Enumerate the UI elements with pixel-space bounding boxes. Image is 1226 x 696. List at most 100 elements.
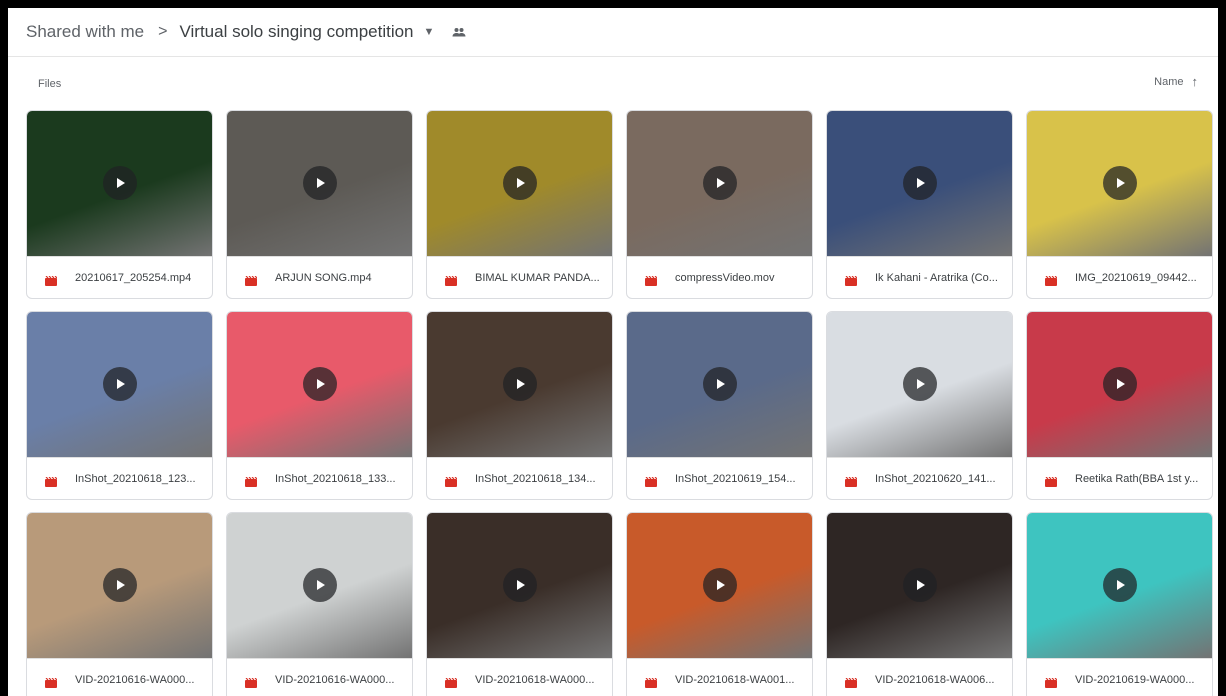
arrow-up-icon[interactable]: ↑	[1192, 74, 1199, 89]
file-name[interactable]: InShot_20210618_133...	[275, 473, 405, 485]
play-icon[interactable]	[503, 166, 537, 200]
file-name[interactable]: VID-20210619-WA000...	[1075, 674, 1205, 686]
file-name[interactable]: Ik Kahani - Aratrika (Co...	[875, 272, 1005, 284]
breadcrumb-separator: >	[158, 23, 168, 40]
video-file-icon	[245, 474, 258, 487]
video-thumbnail[interactable]	[227, 312, 412, 457]
play-icon[interactable]	[1103, 166, 1137, 200]
video-file-icon	[1045, 474, 1058, 487]
video-thumbnail[interactable]	[427, 111, 612, 256]
play-icon[interactable]	[1103, 367, 1137, 401]
file-card[interactable]: InShot_20210620_141...	[826, 311, 1013, 500]
file-name[interactable]: compressVideo.mov	[675, 272, 805, 284]
drive-window: Shared with me > Virtual solo singing co…	[8, 8, 1218, 696]
caret-down-icon[interactable]: ▼	[424, 26, 435, 38]
file-meta: Ik Kahani - Aratrika (Co...	[827, 256, 1012, 298]
files-section-label: Files	[38, 78, 62, 90]
play-icon[interactable]	[1103, 568, 1137, 602]
video-thumbnail[interactable]	[27, 312, 212, 457]
video-thumbnail[interactable]	[1027, 111, 1212, 256]
file-meta: compressVideo.mov	[627, 256, 812, 298]
file-name[interactable]: VID-20210616-WA000...	[275, 674, 405, 686]
play-icon[interactable]	[903, 568, 937, 602]
file-card[interactable]: BIMAL KUMAR PANDA...	[426, 110, 613, 299]
play-icon[interactable]	[503, 367, 537, 401]
file-card[interactable]: InShot_20210618_134...	[426, 311, 613, 500]
play-icon[interactable]	[103, 568, 137, 602]
file-name[interactable]: Reetika Rath(BBA 1st y...	[1075, 473, 1205, 485]
file-card[interactable]: VID-20210618-WA006...	[826, 512, 1013, 696]
file-card[interactable]: IMG_20210619_09442...	[1026, 110, 1213, 299]
file-name[interactable]: VID-20210618-WA000...	[475, 674, 605, 686]
video-file-icon	[845, 474, 858, 487]
play-icon[interactable]	[303, 568, 337, 602]
file-name[interactable]: VID-20210618-WA001...	[675, 674, 805, 686]
video-thumbnail[interactable]	[427, 513, 612, 658]
file-card[interactable]: InShot_20210618_133...	[226, 311, 413, 500]
file-card[interactable]: VID-20210616-WA000...	[26, 512, 213, 696]
file-meta: ARJUN SONG.mp4	[227, 256, 412, 298]
file-name[interactable]: VID-20210618-WA006...	[875, 674, 1005, 686]
breadcrumb-current[interactable]: Virtual solo singing competition	[179, 22, 413, 42]
play-icon[interactable]	[903, 367, 937, 401]
file-meta: Reetika Rath(BBA 1st y...	[1027, 457, 1212, 499]
file-card[interactable]: compressVideo.mov	[626, 110, 813, 299]
file-name[interactable]: InShot_20210620_141...	[875, 473, 1005, 485]
file-meta: InShot_20210619_154...	[627, 457, 812, 499]
file-card[interactable]: VID-20210618-WA001...	[626, 512, 813, 696]
file-name[interactable]: VID-20210616-WA000...	[75, 674, 205, 686]
sort-label[interactable]: Name	[1154, 76, 1183, 88]
video-thumbnail[interactable]	[27, 111, 212, 256]
play-icon[interactable]	[503, 568, 537, 602]
play-icon[interactable]	[103, 367, 137, 401]
file-name[interactable]: BIMAL KUMAR PANDA...	[475, 272, 605, 284]
video-thumbnail[interactable]	[227, 513, 412, 658]
play-icon[interactable]	[303, 166, 337, 200]
video-thumbnail[interactable]	[1027, 513, 1212, 658]
video-thumbnail[interactable]	[827, 312, 1012, 457]
file-meta: BIMAL KUMAR PANDA...	[427, 256, 612, 298]
file-name[interactable]: InShot_20210618_123...	[75, 473, 205, 485]
file-name[interactable]: IMG_20210619_09442...	[1075, 272, 1205, 284]
file-meta: VID-20210618-WA001...	[627, 658, 812, 696]
video-thumbnail[interactable]	[627, 312, 812, 457]
video-thumbnail[interactable]	[627, 513, 812, 658]
video-file-icon	[45, 675, 58, 688]
file-card[interactable]: InShot_20210618_123...	[26, 311, 213, 500]
play-icon[interactable]	[103, 166, 137, 200]
file-card[interactable]: VID-20210616-WA000...	[226, 512, 413, 696]
sort-control[interactable]: Name ↑	[1154, 74, 1198, 89]
header-bar: Shared with me > Virtual solo singing co…	[8, 8, 1218, 57]
file-name[interactable]: InShot_20210619_154...	[675, 473, 805, 485]
video-thumbnail[interactable]	[427, 312, 612, 457]
file-name[interactable]: ARJUN SONG.mp4	[275, 272, 405, 284]
file-card[interactable]: VID-20210619-WA000...	[1026, 512, 1213, 696]
video-thumbnail[interactable]	[827, 513, 1012, 658]
video-thumbnail[interactable]	[627, 111, 812, 256]
file-card[interactable]: InShot_20210619_154...	[626, 311, 813, 500]
breadcrumb-root[interactable]: Shared with me	[26, 22, 144, 42]
file-meta: VID-20210618-WA000...	[427, 658, 612, 696]
people-icon[interactable]	[452, 27, 466, 37]
file-card[interactable]: VID-20210618-WA000...	[426, 512, 613, 696]
play-icon[interactable]	[903, 166, 937, 200]
file-card[interactable]: 20210617_205254.mp4	[26, 110, 213, 299]
play-icon[interactable]	[703, 166, 737, 200]
play-icon[interactable]	[303, 367, 337, 401]
file-card[interactable]: Reetika Rath(BBA 1st y...	[1026, 311, 1213, 500]
file-name[interactable]: InShot_20210618_134...	[475, 473, 605, 485]
video-file-icon	[1045, 675, 1058, 688]
video-thumbnail[interactable]	[827, 111, 1012, 256]
video-file-icon	[445, 675, 458, 688]
video-file-icon	[245, 675, 258, 688]
video-thumbnail[interactable]	[27, 513, 212, 658]
file-card[interactable]: Ik Kahani - Aratrika (Co...	[826, 110, 1013, 299]
play-icon[interactable]	[703, 367, 737, 401]
play-icon[interactable]	[703, 568, 737, 602]
file-meta: IMG_20210619_09442...	[1027, 256, 1212, 298]
video-thumbnail[interactable]	[1027, 312, 1212, 457]
video-thumbnail[interactable]	[227, 111, 412, 256]
file-card[interactable]: ARJUN SONG.mp4	[226, 110, 413, 299]
video-file-icon	[645, 273, 658, 286]
file-name[interactable]: 20210617_205254.mp4	[75, 272, 205, 284]
